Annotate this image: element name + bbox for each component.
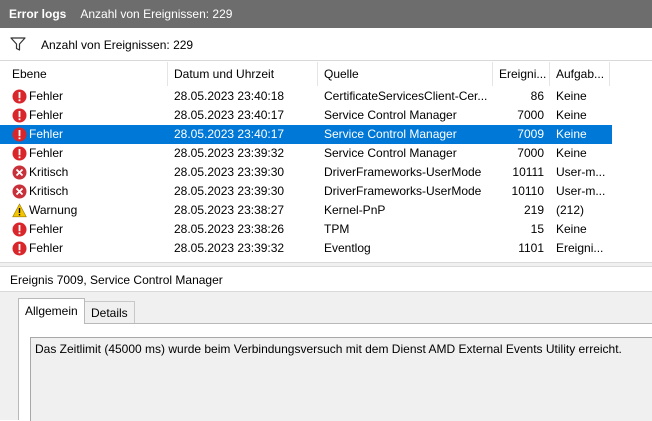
event-task: Keine bbox=[556, 222, 587, 236]
event-row-selected[interactable]: Fehler 28.05.2023 23:40:17 Service Control… bbox=[0, 125, 612, 144]
event-date: 28.05.2023 23:39:30 bbox=[174, 165, 285, 179]
event-level: Fehler bbox=[29, 89, 64, 103]
event-level: Fehler bbox=[29, 108, 64, 122]
event-date: 28.05.2023 23:38:26 bbox=[174, 222, 285, 236]
event-id: 10111 bbox=[512, 165, 544, 179]
error-icon bbox=[12, 222, 27, 237]
column-header-source[interactable]: Quelle bbox=[318, 62, 493, 86]
event-task: Ereigni... bbox=[556, 241, 604, 255]
event-date: 28.05.2023 23:40:17 bbox=[174, 108, 285, 122]
event-id: 10110 bbox=[511, 184, 544, 198]
event-level-cell: Fehler bbox=[10, 144, 168, 163]
event-list-header: Ebene Datum und Uhrzeit Quelle Ereigni..… bbox=[0, 62, 652, 86]
event-row[interactable]: Fehler 28.05.2023 23:38:26 TPM 15 Keine bbox=[0, 220, 612, 239]
event-row[interactable]: Fehler 28.05.2023 23:40:18 CertificateServ… bbox=[0, 87, 612, 106]
error-icon bbox=[12, 241, 27, 256]
event-source: Kernel-PnP bbox=[324, 203, 386, 217]
event-list[interactable]: Ebene Datum und Uhrzeit Quelle Ereigni..… bbox=[0, 62, 652, 262]
event-level-cell: Warnung bbox=[10, 201, 168, 220]
event-detail-title: Ereignis 7009, Service Control Manager bbox=[0, 267, 652, 292]
event-level-cell: Fehler bbox=[10, 106, 168, 125]
event-source: Service Control Manager bbox=[324, 108, 457, 122]
event-source: TPM bbox=[324, 222, 350, 236]
event-row[interactable]: Warnung 28.05.2023 23:38:27 Kernel-PnP 219 (… bbox=[0, 201, 612, 220]
event-task: Keine bbox=[556, 146, 587, 160]
event-date: 28.05.2023 23:40:17 bbox=[174, 127, 285, 141]
event-id: 7000 bbox=[517, 108, 544, 122]
event-id: 1101 bbox=[518, 241, 544, 255]
event-row[interactable]: Fehler 28.05.2023 23:39:32 Service Control… bbox=[0, 144, 612, 163]
event-date: 28.05.2023 23:40:18 bbox=[174, 89, 285, 103]
event-level: Warnung bbox=[29, 203, 78, 217]
event-source: Service Control Manager bbox=[324, 146, 457, 160]
event-task: User-m... bbox=[556, 165, 606, 179]
tab-allgemein[interactable]: Allgemein bbox=[18, 298, 85, 324]
event-level-cell: Fehler bbox=[10, 220, 168, 239]
event-row[interactable]: Fehler 28.05.2023 23:39:32 Eventlog 1101 Ere… bbox=[0, 239, 612, 258]
filter-bar: Anzahl von Ereignissen: 229 bbox=[0, 28, 652, 61]
event-message[interactable]: Das Zeitlimit (45000 ms) wurde beim Verb… bbox=[30, 337, 652, 421]
event-source: Service Control Manager bbox=[324, 127, 457, 141]
event-level: Fehler bbox=[29, 146, 64, 160]
event-row[interactable]: Kritisch 28.05.2023 23:39:30 DriverFramewo… bbox=[0, 182, 612, 201]
event-level: Kritisch bbox=[29, 165, 69, 179]
title-event-count: Anzahl von Ereignissen: 229 bbox=[80, 7, 233, 21]
event-source: Eventlog bbox=[324, 241, 371, 255]
event-level: Fehler bbox=[29, 127, 64, 141]
event-id: 7009 bbox=[517, 127, 544, 141]
event-detail-pane: Ereignis 7009, Service Control Manager A… bbox=[0, 267, 652, 421]
event-source: DriverFrameworks-UserMode bbox=[324, 184, 482, 198]
tab-details[interactable]: Details bbox=[84, 301, 135, 323]
event-source: DriverFrameworks-UserMode bbox=[324, 165, 482, 179]
warning-icon bbox=[12, 203, 27, 218]
filter-event-count: Anzahl von Ereignissen: 229 bbox=[41, 38, 194, 52]
event-level: Fehler bbox=[29, 241, 64, 255]
event-level: Kritisch bbox=[29, 184, 69, 198]
event-row[interactable]: Kritisch 28.05.2023 23:39:30 DriverFramewo… bbox=[0, 163, 612, 182]
column-header-event-id[interactable]: Ereigni... bbox=[493, 62, 550, 86]
event-id: 86 bbox=[530, 89, 544, 103]
event-date: 28.05.2023 23:39:32 bbox=[174, 146, 285, 160]
event-level-cell: Kritisch bbox=[10, 163, 168, 182]
column-header-date[interactable]: Datum und Uhrzeit bbox=[168, 62, 318, 86]
filter-icon[interactable] bbox=[10, 37, 26, 51]
error-icon bbox=[12, 146, 27, 161]
event-source: CertificateServicesClient-Cer... bbox=[324, 89, 487, 103]
window-title: Error logs bbox=[9, 7, 67, 21]
event-level-cell: Fehler bbox=[10, 239, 168, 258]
error-icon bbox=[12, 89, 27, 104]
error-icon bbox=[12, 108, 27, 123]
event-task: Keine bbox=[556, 127, 587, 141]
event-level: Fehler bbox=[29, 222, 64, 236]
column-header-task[interactable]: Aufgab... bbox=[550, 62, 610, 86]
event-task: Keine bbox=[556, 108, 587, 122]
tab-panel-general: Das Zeitlimit (45000 ms) wurde beim Verb… bbox=[18, 323, 652, 421]
column-header-level[interactable]: Ebene bbox=[6, 62, 168, 86]
event-level-cell: Fehler bbox=[10, 87, 168, 106]
event-date: 28.05.2023 23:39:30 bbox=[174, 184, 285, 198]
event-date: 28.05.2023 23:38:27 bbox=[174, 203, 285, 217]
event-task: Keine bbox=[556, 89, 587, 103]
critical-icon bbox=[12, 184, 27, 199]
event-id: 7000 bbox=[517, 146, 544, 160]
event-level-cell: Fehler bbox=[10, 125, 168, 144]
event-id: 15 bbox=[530, 222, 544, 236]
event-row[interactable]: Fehler 28.05.2023 23:40:17 Service Control… bbox=[0, 106, 612, 125]
event-task: (212) bbox=[556, 203, 585, 217]
event-date: 28.05.2023 23:39:32 bbox=[174, 241, 285, 255]
title-bar: Error logs Anzahl von Ereignissen: 229 bbox=[0, 0, 652, 28]
critical-icon bbox=[12, 165, 27, 180]
event-task: User-m... bbox=[556, 184, 606, 198]
event-level-cell: Kritisch bbox=[10, 182, 168, 201]
error-icon bbox=[12, 127, 27, 142]
event-id: 219 bbox=[523, 203, 544, 217]
